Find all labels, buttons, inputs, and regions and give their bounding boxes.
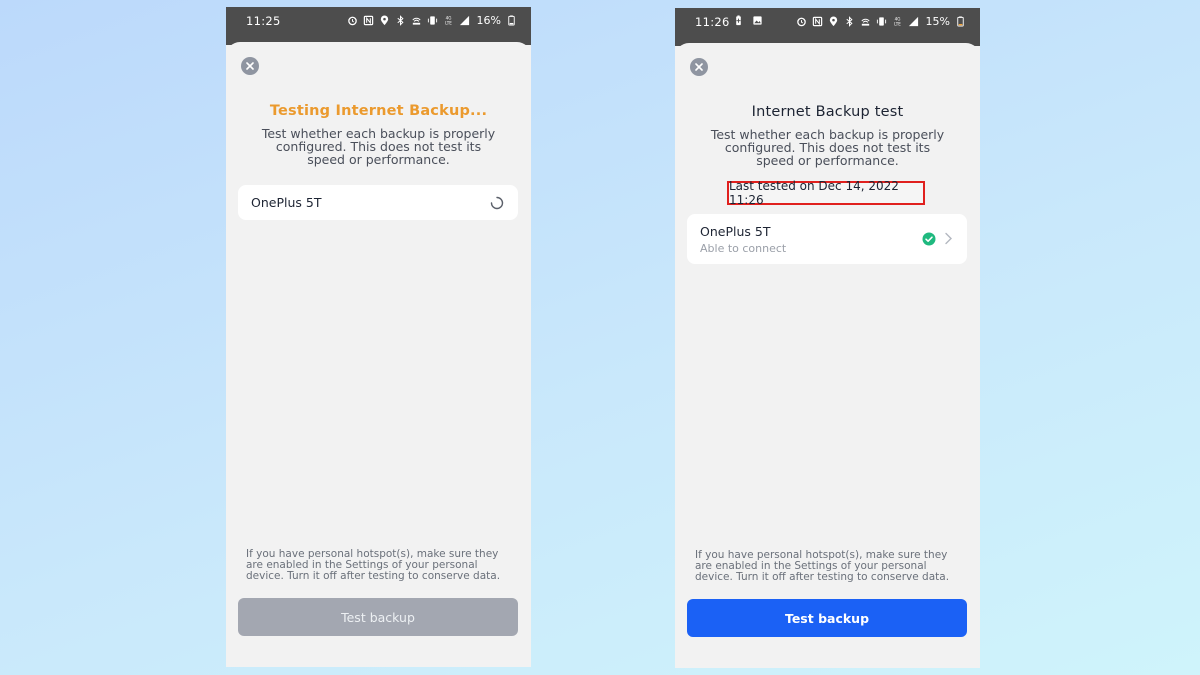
- last-tested-label: Last tested on Dec 14, 2022 11:26: [727, 179, 925, 207]
- lte-icon: 4GLTE: [894, 17, 901, 27]
- status-notification-icons: [733, 15, 763, 26]
- hotspot-icon: [411, 17, 421, 25]
- location-icon: [829, 16, 837, 27]
- alarm-icon: [347, 16, 357, 26]
- page-title: Testing Internet Backup...: [269, 103, 488, 119]
- signal-icon: [459, 15, 469, 26]
- phone-screen-testing: 11:25 4G LTE 16% Testing Internet Backup.…: [226, 7, 531, 667]
- status-icons: 4G LTE 16%: [347, 14, 517, 27]
- svg-text:LTE: LTE: [894, 22, 901, 27]
- alarm-icon: [796, 17, 806, 27]
- backup-test-sheet: Internet Backup test Test whether each b…: [675, 43, 980, 668]
- device-name: OnePlus 5T: [251, 195, 322, 210]
- status-icons: 4G LTE 15%: [796, 15, 966, 28]
- close-icon: [695, 63, 703, 71]
- chevron-right-icon: [945, 232, 952, 245]
- close-button[interactable]: [241, 57, 259, 75]
- page-description: Test whether each backup is properly con…: [261, 126, 496, 167]
- close-icon: [246, 62, 254, 70]
- nfc-icon: [363, 15, 373, 26]
- battery-percent: 16%: [476, 14, 501, 27]
- spinner-icon: [490, 196, 504, 210]
- check-circle-icon: [922, 232, 936, 246]
- page-title: Internet Backup test: [751, 104, 904, 120]
- test-backup-button[interactable]: Test backup: [687, 599, 967, 637]
- status-time: 11:25: [246, 14, 281, 28]
- device-card-oneplus-5t[interactable]: OnePlus 5T Able to connect: [687, 214, 967, 264]
- bluetooth-icon: [396, 15, 404, 26]
- hotspot-note: If you have personal hotspot(s), make su…: [246, 548, 501, 582]
- hotspot-note: If you have personal hotspot(s), make su…: [695, 549, 950, 583]
- device-status: Able to connect: [700, 242, 787, 255]
- close-button[interactable]: [690, 58, 708, 76]
- svg-text:LTE: LTE: [445, 21, 452, 26]
- battery-percent: 15%: [925, 15, 950, 28]
- status-bar: 11:25 4G LTE 16%: [226, 7, 531, 45]
- signal-icon: [908, 16, 918, 27]
- battery-icon: [957, 16, 964, 27]
- vibrate-icon: [427, 16, 437, 25]
- test-backup-button[interactable]: Test backup: [238, 598, 518, 636]
- status-bar: 11:26 4G LTE 15%: [675, 8, 980, 46]
- status-time: 11:26: [695, 15, 730, 29]
- device-name: OnePlus 5T: [700, 224, 771, 239]
- battery-saver-icon: [736, 15, 741, 26]
- device-card-oneplus-5t[interactable]: OnePlus 5T: [238, 185, 518, 220]
- phone-screen-result: 11:26 4G LTE 15% Internet Backup test Tes…: [675, 8, 980, 668]
- page-description: Test whether each backup is properly con…: [710, 127, 945, 168]
- image-icon: [753, 16, 762, 25]
- battery-icon: [508, 15, 515, 26]
- backup-test-sheet: Testing Internet Backup... Test whether …: [226, 42, 531, 667]
- bluetooth-icon: [845, 16, 853, 27]
- location-icon: [380, 15, 388, 26]
- hotspot-icon: [860, 18, 870, 26]
- vibrate-icon: [876, 17, 886, 26]
- lte-icon: 4GLTE: [445, 16, 452, 26]
- nfc-icon: [812, 16, 822, 27]
